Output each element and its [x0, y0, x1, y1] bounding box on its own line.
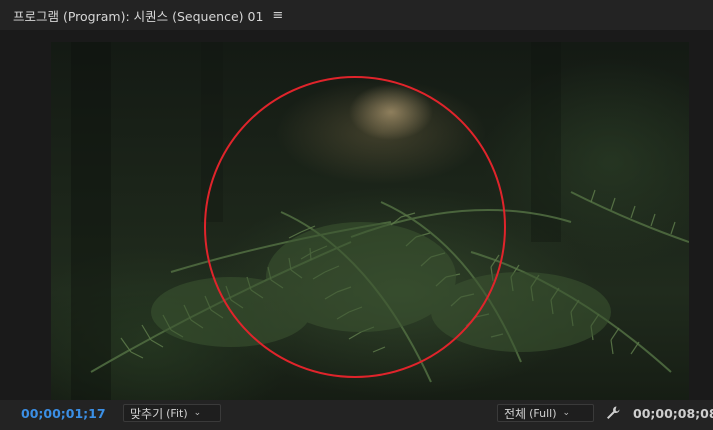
duration-timecode: 00;00;08;08	[633, 406, 713, 421]
wrench-icon[interactable]	[605, 405, 621, 424]
current-timecode[interactable]: 00;00;01;17	[21, 406, 106, 421]
zoom-label: 맞추기	[130, 406, 164, 421]
fern-image	[71, 42, 689, 400]
resolution-label: 전체	[504, 406, 527, 421]
panel-title[interactable]: 프로그램 (Program): 시퀀스 (Sequence) 01	[13, 6, 263, 25]
playback-resolution-dropdown[interactable]: 전체 (Full) ⌄	[497, 404, 594, 422]
zoom-level-dropdown[interactable]: 맞추기 (Fit) ⌄	[123, 404, 221, 422]
chevron-down-icon: ⌄	[562, 408, 571, 418]
chevron-down-icon: ⌄	[193, 408, 202, 418]
program-monitor	[0, 30, 713, 400]
zoom-sub-label: (Fit)	[166, 406, 188, 420]
panel-header: 프로그램 (Program): 시퀀스 (Sequence) 01 ≡	[0, 0, 713, 30]
resolution-sub-label: (Full)	[529, 406, 557, 420]
video-frame[interactable]	[51, 42, 689, 400]
program-controls: 00;00;01;17 맞추기 (Fit) ⌄ 전체 (Full) ⌄ 00;0…	[0, 400, 713, 430]
hamburger-menu-icon[interactable]: ≡	[272, 8, 283, 23]
